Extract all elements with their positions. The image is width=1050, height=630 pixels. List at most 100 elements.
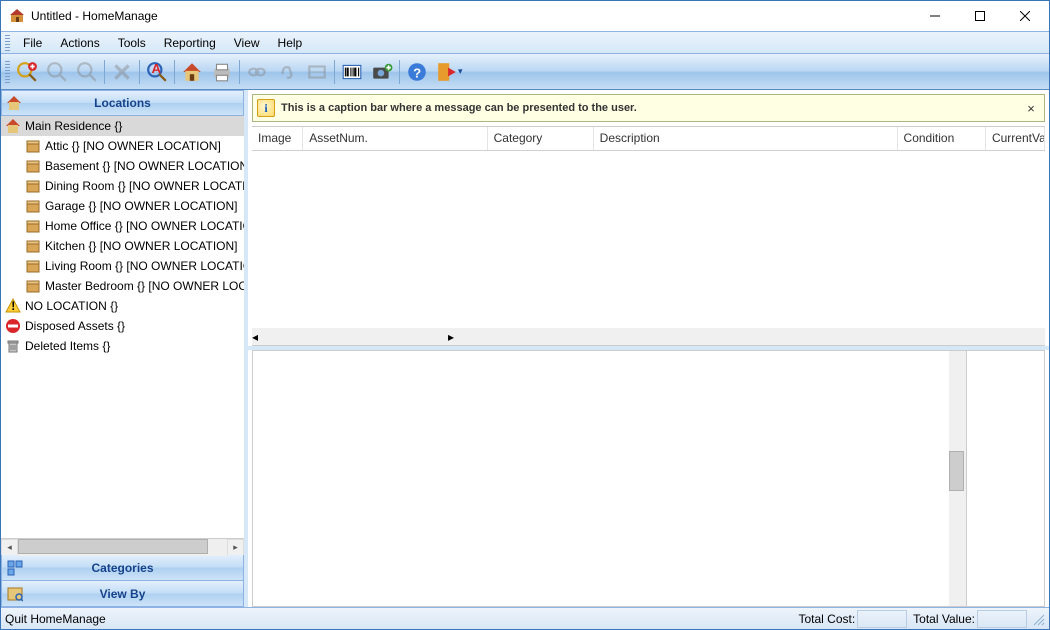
magnifier-remove-icon[interactable] (43, 58, 71, 86)
info-icon: i (257, 99, 275, 117)
tree-item[interactable]: Dining Room {} [NO OWNER LOCATION] (1, 176, 244, 196)
help-icon[interactable]: ? (403, 58, 431, 86)
scroll-right-icon[interactable]: ▸ (227, 539, 244, 556)
scroll-thumb[interactable] (949, 451, 964, 491)
tree-item[interactable]: Attic {} [NO OWNER LOCATION] (1, 136, 244, 156)
status-total-value-value (977, 610, 1027, 628)
sidebar-viewby-button[interactable]: View By (1, 581, 244, 607)
stop-icon (5, 318, 21, 334)
link-icon[interactable] (243, 58, 271, 86)
menu-actions[interactable]: Actions (51, 33, 108, 53)
toolbar-grip[interactable] (5, 61, 10, 83)
box-icon (25, 238, 41, 254)
menubar: File Actions Tools Reporting View Help (1, 31, 1049, 54)
tree-root-main-residence[interactable]: Main Residence {} (1, 116, 244, 136)
asset-grid[interactable]: ImageAssetNum.CategoryDescriptionConditi… (252, 126, 1045, 346)
minimize-button[interactable] (912, 2, 957, 31)
tree-item[interactable]: Home Office {} [NO OWNER LOCATION] (1, 216, 244, 236)
toolbar-separator (399, 60, 400, 84)
status-text: Quit HomeManage (5, 612, 798, 626)
maximize-button[interactable] (957, 2, 1002, 31)
camera-add-icon[interactable] (368, 58, 396, 86)
attach-icon[interactable] (273, 58, 301, 86)
box-icon (25, 258, 41, 274)
column-header[interactable]: CurrentValue (986, 127, 1045, 150)
toolbar: A ? ▾ (1, 54, 1049, 90)
menu-file[interactable]: File (14, 33, 51, 53)
column-header[interactable]: Condition (898, 127, 986, 150)
caption-text: This is a caption bar where a message ca… (281, 102, 1022, 114)
scroll-left-icon[interactable]: ◂ (252, 330, 258, 344)
menubar-grip[interactable] (5, 35, 10, 51)
sidebar-locations-header[interactable]: Locations (1, 90, 244, 116)
barcode-icon[interactable] (338, 58, 366, 86)
grid-body[interactable] (252, 151, 1045, 328)
column-header[interactable]: AssetNum. (303, 127, 487, 150)
find-icon[interactable]: A (143, 58, 171, 86)
menu-tools[interactable]: Tools (109, 33, 155, 53)
caption-bar: i This is a caption bar where a message … (252, 94, 1045, 122)
home-icon[interactable] (178, 58, 206, 86)
caption-close-icon[interactable]: × (1022, 101, 1040, 116)
box-icon (25, 278, 41, 294)
tree-item[interactable]: Basement {} [NO OWNER LOCATION] (1, 156, 244, 176)
svg-text:?: ? (413, 65, 421, 80)
tree-item-label: Kitchen {} [NO OWNER LOCATION] (45, 239, 238, 253)
scroll-thumb[interactable] (18, 539, 208, 554)
menu-help[interactable]: Help (269, 33, 312, 53)
toolbar-separator (334, 60, 335, 84)
print-icon[interactable] (208, 58, 236, 86)
box-icon (25, 158, 41, 174)
scroll-right-icon[interactable]: ▸ (448, 330, 454, 344)
tree-item-label: Dining Room {} [NO OWNER LOCATION] (45, 179, 244, 193)
toolbar-overflow-icon[interactable]: ▾ (458, 66, 463, 77)
scroll-left-icon[interactable]: ◂ (1, 539, 18, 556)
detail-panel-right[interactable] (967, 350, 1045, 607)
tree-item[interactable]: Living Room {} [NO OWNER LOCATION] (1, 256, 244, 276)
tree-item[interactable]: Kitchen {} [NO OWNER LOCATION] (1, 236, 244, 256)
column-header[interactable]: Category (488, 127, 594, 150)
sidebar-categories-label: Categories (28, 561, 243, 575)
box-icon (25, 218, 41, 234)
toolbar-separator (239, 60, 240, 84)
column-header[interactable]: Description (594, 127, 898, 150)
sidebar-locations-label: Locations (26, 96, 243, 110)
tree-item-label: NO LOCATION {} (25, 299, 118, 313)
tree-item[interactable]: Garage {} [NO OWNER LOCATION] (1, 196, 244, 216)
tree-item-label: Garage {} [NO OWNER LOCATION] (45, 199, 238, 213)
window-title: Untitled - HomeManage (31, 9, 912, 23)
tree-item-label: Living Room {} [NO OWNER LOCATION] (45, 259, 244, 273)
tree-item-label: Attic {} [NO OWNER LOCATION] (45, 139, 221, 153)
close-button[interactable] (1002, 2, 1047, 31)
statusbar: Quit HomeManage Total Cost: Total Value: (1, 607, 1049, 629)
magnifier-add-icon[interactable] (13, 58, 41, 86)
trash-icon (5, 338, 21, 354)
sidebar-categories-button[interactable]: Categories (1, 555, 244, 581)
menu-reporting[interactable]: Reporting (155, 33, 225, 53)
tree-item[interactable]: Master Bedroom {} [NO OWNER LOCATION] (1, 276, 244, 296)
box-icon (25, 138, 41, 154)
menu-view[interactable]: View (225, 33, 269, 53)
detail-vscroll[interactable] (949, 351, 966, 606)
location-tree[interactable]: Main Residence {} Attic {} [NO OWNER LOC… (1, 116, 244, 538)
sidebar-hscroll[interactable]: ◂ ▸ (1, 538, 244, 555)
status-total-value-label: Total Value: (913, 612, 975, 626)
titlebar[interactable]: Untitled - HomeManage (1, 1, 1049, 31)
grid-header[interactable]: ImageAssetNum.CategoryDescriptionConditi… (252, 127, 1045, 151)
resize-grip-icon[interactable] (1031, 612, 1045, 626)
tree-item[interactable]: Deleted Items {} (1, 336, 244, 356)
scan-icon[interactable] (303, 58, 331, 86)
tree-item[interactable]: Disposed Assets {} (1, 316, 244, 336)
viewby-icon (2, 586, 28, 602)
detail-panel-left[interactable] (252, 350, 967, 607)
warn-icon: ! (5, 298, 21, 314)
delete-icon[interactable] (108, 58, 136, 86)
exit-icon[interactable] (433, 58, 461, 86)
grid-hscroll[interactable]: ◂ ▸ (252, 328, 1045, 345)
toolbar-separator (104, 60, 105, 84)
tree-item[interactable]: ! NO LOCATION {} (1, 296, 244, 316)
toolbar-separator (174, 60, 175, 84)
categories-icon (2, 560, 28, 576)
column-header[interactable]: Image (252, 127, 303, 150)
magnifier-go-icon[interactable] (73, 58, 101, 86)
